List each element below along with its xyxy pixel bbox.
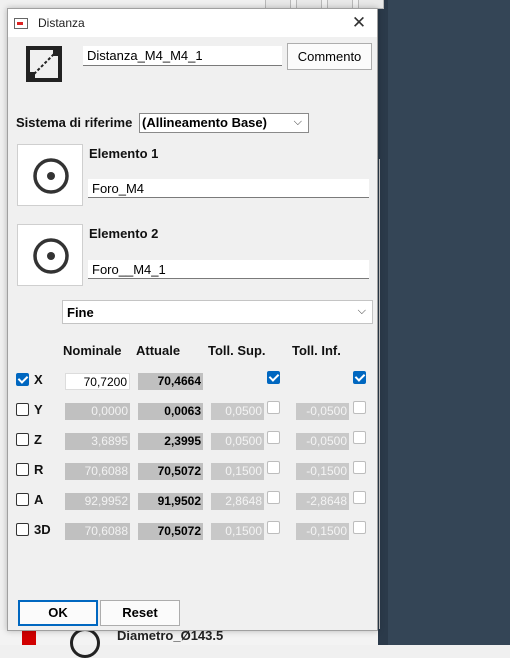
row-3d-tol-inf-value: -0,1500 xyxy=(296,523,349,540)
row-r-label: R xyxy=(34,462,44,477)
title-bar[interactable]: Distanza ✕ xyxy=(8,9,377,37)
row-a-nominal-value: 92,9952 xyxy=(65,493,130,510)
row-z-tol-sup-checkbox[interactable] xyxy=(267,431,280,444)
row-y-tol-sup-value: 0,0500 xyxy=(211,403,264,420)
distance-name-input[interactable] xyxy=(83,46,282,66)
row-3d-tol-sup-checkbox[interactable] xyxy=(267,521,280,534)
row-r-checkbox[interactable] xyxy=(16,463,29,476)
row-y-label: Y xyxy=(34,402,43,417)
element1-input[interactable] xyxy=(88,179,369,198)
element2-input[interactable] xyxy=(88,260,369,279)
row-r-tol-sup-value: 0,1500 xyxy=(211,463,264,480)
chevron-down-icon: ⌵ xyxy=(293,116,302,128)
row-x-tol-sup-checkbox[interactable] xyxy=(267,371,280,384)
row-x-checkbox[interactable] xyxy=(16,373,29,386)
row-a-actual-value: 91,9502 xyxy=(138,493,203,510)
row-z-nominal-value: 3,6895 xyxy=(65,433,130,450)
reference-system-label: Sistema di riferime xyxy=(16,115,133,130)
row-y-actual-value: 0,0063 xyxy=(138,403,203,420)
row-3d-tol-inf-checkbox[interactable] xyxy=(353,521,366,534)
row-a-checkbox[interactable] xyxy=(16,493,29,506)
row-x-tol-inf-checkbox[interactable] xyxy=(353,371,366,384)
row-z-tol-sup-value: 0,0500 xyxy=(211,433,264,450)
column-tol-sup: Toll. Sup. xyxy=(208,343,266,358)
row-y-nominal-value: 0,0000 xyxy=(65,403,130,420)
row-3d-actual-value: 70,5072 xyxy=(138,523,203,540)
row-a-tol-sup-value: 2,8648 xyxy=(211,493,264,510)
row-z-checkbox[interactable] xyxy=(16,433,29,446)
distance-icon xyxy=(26,46,62,82)
row-z-actual-value: 2,3995 xyxy=(138,433,203,450)
reference-system-select[interactable]: (Allineamento Base) ⌵ xyxy=(139,113,309,133)
row-y-tol-sup-checkbox[interactable] xyxy=(267,401,280,414)
window-icon xyxy=(14,18,28,29)
row-y-checkbox[interactable] xyxy=(16,403,29,416)
background-red-marker xyxy=(22,630,36,645)
hole-icon xyxy=(33,238,69,274)
comment-button[interactable]: Commento xyxy=(287,43,372,70)
row-z-label: Z xyxy=(34,432,42,447)
measure-mode-value: Fine xyxy=(67,305,94,320)
row-r-actual-value: 70,5072 xyxy=(138,463,203,480)
row-r-tol-inf-value: -0,1500 xyxy=(296,463,349,480)
background-diameter-icon xyxy=(70,628,100,658)
close-icon[interactable]: ✕ xyxy=(347,11,371,35)
row-r-tol-inf-checkbox[interactable] xyxy=(353,461,366,474)
row-a-label: A xyxy=(34,492,44,507)
reference-system-value: (Allineamento Base) xyxy=(142,115,267,130)
vertical-scrollbar[interactable] xyxy=(379,159,380,629)
element1-button[interactable] xyxy=(17,144,83,206)
row-x-actual-value: 70,4664 xyxy=(138,373,203,390)
element2-button[interactable] xyxy=(17,224,83,286)
row-x-nominal-input[interactable]: 70,7200 xyxy=(65,373,130,390)
row-3d-nominal-value: 70,6088 xyxy=(65,523,130,540)
ok-button[interactable]: OK xyxy=(18,600,98,626)
row-z-tol-inf-checkbox[interactable] xyxy=(353,431,366,444)
hole-icon xyxy=(33,158,69,194)
measure-mode-select[interactable]: Fine ⌵ xyxy=(62,300,373,324)
row-a-tol-sup-checkbox[interactable] xyxy=(267,491,280,504)
column-tol-inf: Toll. Inf. xyxy=(292,343,341,358)
reset-button[interactable]: Reset xyxy=(100,600,180,626)
row-y-tol-inf-value: -0,0500 xyxy=(296,403,349,420)
row-a-tol-inf-checkbox[interactable] xyxy=(353,491,366,504)
background-panel xyxy=(378,0,510,645)
row-3d-checkbox[interactable] xyxy=(16,523,29,536)
row-r-nominal-value: 70,6088 xyxy=(65,463,130,480)
element2-label: Elemento 2 xyxy=(89,226,159,241)
element1-label: Elemento 1 xyxy=(89,146,159,161)
chevron-down-icon: ⌵ xyxy=(357,305,366,317)
row-3d-label: 3D xyxy=(34,522,51,537)
row-3d-tol-sup-value: 0,1500 xyxy=(211,523,264,540)
row-z-tol-inf-value: -0,0500 xyxy=(296,433,349,450)
window-title: Distanza xyxy=(38,16,85,30)
row-r-tol-sup-checkbox[interactable] xyxy=(267,461,280,474)
row-x-label: X xyxy=(34,372,43,387)
row-y-tol-inf-checkbox[interactable] xyxy=(353,401,366,414)
column-nominal: Nominale xyxy=(63,343,122,358)
row-a-tol-inf-value: -2,8648 xyxy=(296,493,349,510)
column-actual: Attuale xyxy=(136,343,181,358)
